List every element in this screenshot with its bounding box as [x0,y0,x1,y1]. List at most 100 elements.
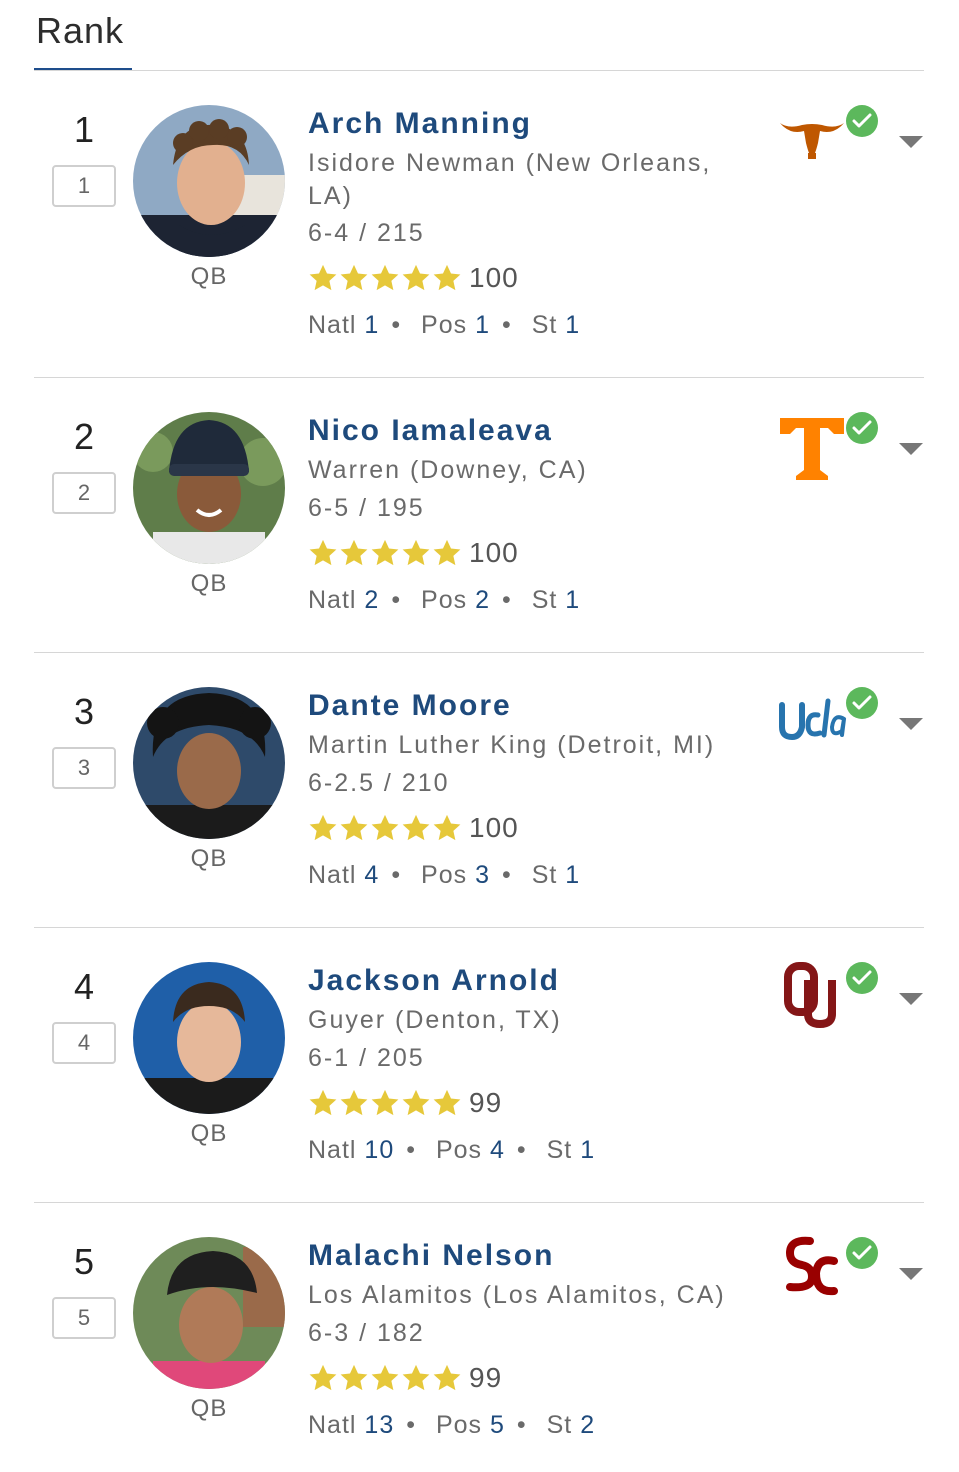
natl-label: Natl [308,311,357,339]
chevron-down-icon[interactable] [897,134,925,150]
player-name[interactable]: Arch Manning [308,107,532,141]
player-avatar[interactable] [133,1237,285,1389]
player-avatar[interactable] [133,962,285,1114]
st-label: St [531,311,558,339]
rating-score: 99 [469,1362,503,1393]
check-icon [845,1236,879,1270]
player-name[interactable]: Nico Iamaleava [308,414,553,448]
pos-rank: 5 [490,1411,505,1439]
natl-label: Natl [308,1136,357,1164]
rating-score: 100 [469,537,519,568]
star-icon [402,264,430,291]
rank-box: 5 [52,1297,116,1339]
player-row[interactable]: 3 3 QB Dante Moore Martin Luther King (D… [0,653,959,928]
height-weight: 6-5 / 195 [308,494,425,522]
star-rating: 100 [308,536,519,570]
pos-rank: 2 [475,586,490,614]
player-avatar[interactable] [133,105,285,257]
check-icon [845,411,879,445]
position-label: QB [190,1120,228,1147]
star-icon [371,814,399,841]
player-avatar[interactable] [133,412,285,564]
rank-header: Rank [0,0,959,72]
player-avatar[interactable] [133,687,285,839]
natl-rank: 2 [364,586,380,614]
player-name[interactable]: Jackson Arnold [308,964,560,998]
star-icon [371,1364,399,1391]
st-rank: 1 [565,586,581,614]
star-icon [340,539,368,566]
st-label: St [531,586,558,614]
usc-sc-logo[interactable] [776,1231,848,1303]
height-weight: 6-1 / 205 [308,1044,425,1072]
player-name[interactable]: Dante Moore [308,689,512,723]
star-icon [433,1089,461,1116]
position-label: QB [190,570,228,597]
player-rankings-list: 1 1 QB Arch Manning Isidore Newman (New … [0,71,959,1472]
check-icon [845,104,879,138]
rank-number: 1 [73,109,95,150]
star-icon [309,264,337,291]
rank-breakdown: Natl 1 • Pos 1 • St 1 [308,311,581,339]
player-row[interactable]: 1 1 QB Arch Manning Isidore Newman (New … [0,71,959,378]
star-icon [309,1364,337,1391]
tennessee-t-logo[interactable] [776,412,848,484]
st-rank: 2 [580,1411,596,1439]
natl-rank: 10 [364,1136,395,1164]
natl-rank: 13 [364,1411,395,1439]
star-icon [340,264,368,291]
star-icon [340,814,368,841]
star-icon [371,539,399,566]
position-label: QB [190,845,228,872]
chevron-down-icon[interactable] [897,441,925,457]
player-school: Los Alamitos (Los Alamitos, CA) [308,1281,726,1309]
pos-label: Pos [435,1136,483,1164]
st-rank: 1 [580,1136,596,1164]
pos-rank: 4 [490,1136,505,1164]
rating-score: 99 [469,1087,503,1118]
star-icon [309,814,337,841]
star-icon [402,1089,430,1116]
star-icon [433,264,461,291]
pos-label: Pos [421,861,468,889]
chevron-down-icon[interactable] [897,991,925,1007]
rank-column-title[interactable]: Rank [36,10,124,52]
oklahoma-ou-logo[interactable] [776,958,848,1030]
rating-score: 100 [469,262,519,293]
chevron-down-icon[interactable] [897,716,925,732]
height-weight: 6-3 / 182 [308,1319,425,1347]
star-icon [433,539,461,566]
star-rating: 100 [308,261,519,295]
player-row[interactable]: 4 4 QB Jackson Arnold Guyer (Denton, TX)… [0,928,959,1203]
position-label: QB [190,263,228,290]
player-school: Warren (Downey, CA) [308,456,588,484]
player-name[interactable]: Malachi Nelson [308,1239,554,1273]
rank-box: 3 [52,747,116,789]
player-row[interactable]: 5 5 QB Malachi Nelson Los Alamitos (Los … [0,1203,959,1472]
rank-box: 1 [52,165,116,207]
natl-label: Natl [308,1411,357,1439]
height-weight: 6-4 / 215 [308,219,425,247]
star-rating: 99 [308,1361,502,1395]
star-icon [402,1364,430,1391]
ucla-script-logo[interactable] [776,683,848,755]
rank-box: 2 [52,472,116,514]
texas-longhorn-logo[interactable] [776,99,848,171]
star-icon [433,814,461,841]
player-school: Guyer (Denton, TX) [308,1006,562,1034]
rank-breakdown: Natl 13 • Pos 5 • St 2 [308,1411,596,1439]
position-label: QB [190,1395,228,1422]
pos-rank: 3 [475,861,490,889]
rank-box: 4 [52,1022,116,1064]
rank-number: 2 [73,416,95,457]
rating-score: 100 [469,812,519,843]
rank-breakdown: Natl 10 • Pos 4 • St 1 [308,1136,596,1164]
chevron-down-icon[interactable] [897,1266,925,1282]
natl-rank: 4 [364,861,380,889]
rank-number: 3 [73,691,95,732]
check-icon [845,686,879,720]
player-row[interactable]: 2 2 QB Nico Iamaleava Warren (Downey, CA… [0,378,959,653]
pos-label: Pos [435,1411,483,1439]
star-icon [371,264,399,291]
star-icon [340,1364,368,1391]
